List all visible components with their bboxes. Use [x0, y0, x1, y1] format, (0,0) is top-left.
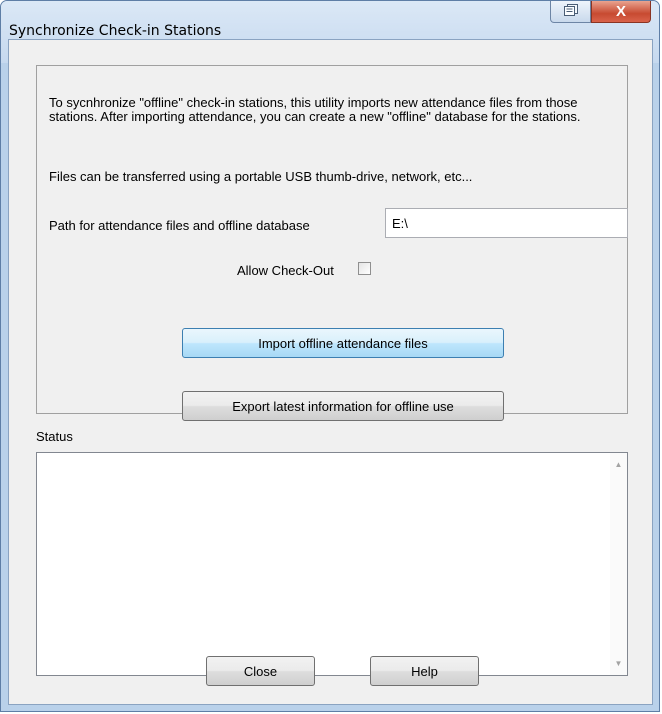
sync-options-group: To sycnhronize "offline" check-in statio…	[36, 65, 628, 421]
window-title: Synchronize Check-in Stations	[9, 23, 222, 39]
window-close-button[interactable]: X	[591, 1, 651, 23]
status-textarea[interactable]: ▲ ▼	[36, 452, 628, 676]
allow-checkout-checkbox[interactable]	[358, 262, 371, 275]
close-button[interactable]: Close	[206, 656, 315, 686]
intro-text: To sycnhronize "offline" check-in statio…	[49, 95, 581, 124]
scroll-down-icon[interactable]: ▼	[610, 655, 627, 672]
path-label: Path for attendance files and offline da…	[49, 218, 310, 233]
dialog-body: To sycnhronize "offline" check-in statio…	[8, 39, 653, 705]
import-attendance-button[interactable]: Import offline attendance files	[182, 328, 504, 358]
close-icon: X	[615, 3, 626, 20]
allow-checkout-label: Allow Check-Out	[237, 263, 334, 278]
status-label: Status	[36, 429, 73, 444]
scroll-up-icon[interactable]: ▲	[610, 456, 627, 473]
help-button[interactable]: Help	[370, 656, 479, 686]
status-scrollbar[interactable]: ▲ ▼	[610, 453, 627, 675]
context-help-icon	[563, 4, 578, 19]
path-input[interactable]	[385, 208, 628, 238]
context-help-button[interactable]	[550, 1, 591, 23]
transfer-note: Files can be transferred using a portabl…	[49, 169, 473, 184]
export-offline-button[interactable]: Export latest information for offline us…	[182, 391, 504, 421]
dialog-window: Synchronize Check-in Stations X To sycnh…	[0, 0, 660, 712]
